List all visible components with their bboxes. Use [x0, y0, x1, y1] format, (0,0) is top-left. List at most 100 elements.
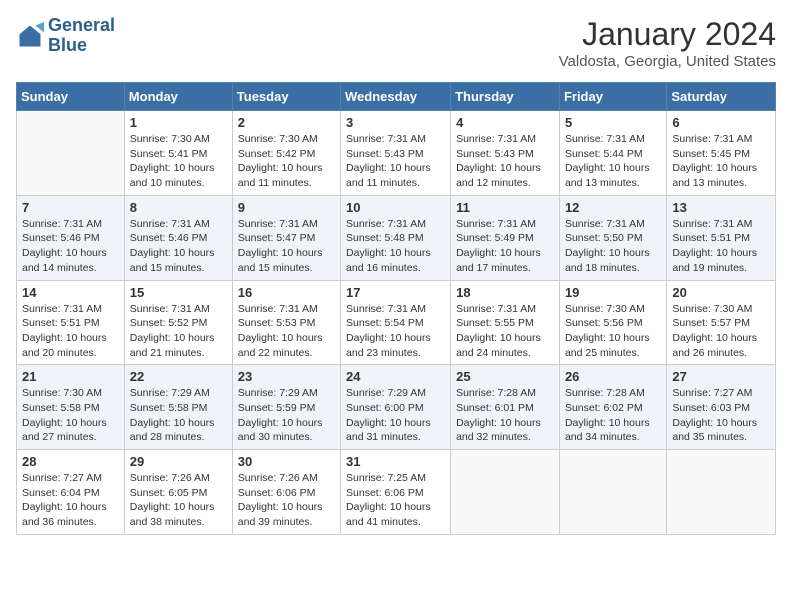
- day-number: 30: [238, 454, 335, 469]
- calendar-day-cell: 26 Sunrise: 7:28 AM Sunset: 6:02 PM Dayli…: [559, 365, 666, 450]
- day-info: Sunrise: 7:28 AM Sunset: 6:01 PM Dayligh…: [456, 386, 554, 445]
- day-info: Sunrise: 7:31 AM Sunset: 5:48 PM Dayligh…: [346, 217, 445, 276]
- month-title: January 2024: [559, 16, 776, 53]
- weekday-header: Tuesday: [232, 83, 340, 111]
- day-number: 14: [22, 285, 119, 300]
- calendar-day-cell: 6 Sunrise: 7:31 AM Sunset: 5:45 PM Daylig…: [667, 111, 776, 196]
- day-info: Sunrise: 7:31 AM Sunset: 5:52 PM Dayligh…: [130, 302, 227, 361]
- day-info: Sunrise: 7:30 AM Sunset: 5:42 PM Dayligh…: [238, 132, 335, 191]
- calendar-day-cell: 31 Sunrise: 7:25 AM Sunset: 6:06 PM Dayli…: [341, 450, 451, 535]
- day-number: 5: [565, 115, 661, 130]
- day-number: 26: [565, 369, 661, 384]
- day-number: 8: [130, 200, 227, 215]
- day-info: Sunrise: 7:30 AM Sunset: 5:57 PM Dayligh…: [672, 302, 770, 361]
- calendar-day-cell: 24Sunrise: 7:29 AM Sunset: 6:00 PM Dayli…: [341, 365, 451, 450]
- day-info: Sunrise: 7:30 AM Sunset: 5:56 PM Dayligh…: [565, 302, 661, 361]
- calendar-week-row: 28Sunrise: 7:27 AM Sunset: 6:04 PM Dayli…: [17, 450, 776, 535]
- day-info: Sunrise: 7:31 AM Sunset: 5:46 PM Dayligh…: [22, 217, 119, 276]
- calendar-table: SundayMondayTuesdayWednesdayThursdayFrid…: [16, 82, 776, 535]
- location: Valdosta, Georgia, United States: [559, 53, 776, 70]
- day-info: Sunrise: 7:31 AM Sunset: 5:51 PM Dayligh…: [22, 302, 119, 361]
- calendar-header-row: SundayMondayTuesdayWednesdayThursdayFrid…: [17, 83, 776, 111]
- day-info: Sunrise: 7:31 AM Sunset: 5:47 PM Dayligh…: [238, 217, 335, 276]
- day-number: 2: [238, 115, 335, 130]
- day-number: 29: [130, 454, 227, 469]
- day-number: 6: [672, 115, 770, 130]
- day-info: Sunrise: 7:30 AM Sunset: 5:58 PM Dayligh…: [22, 386, 119, 445]
- day-info: Sunrise: 7:29 AM Sunset: 5:58 PM Dayligh…: [130, 386, 227, 445]
- day-number: 7: [22, 200, 119, 215]
- day-info: Sunrise: 7:27 AM Sunset: 6:03 PM Dayligh…: [672, 386, 770, 445]
- calendar-day-cell: 2 Sunrise: 7:30 AM Sunset: 5:42 PM Daylig…: [232, 111, 340, 196]
- calendar-day-cell: 16 Sunrise: 7:31 AM Sunset: 5:53 PM Dayli…: [232, 280, 340, 365]
- day-info: Sunrise: 7:31 AM Sunset: 5:55 PM Dayligh…: [456, 302, 554, 361]
- weekday-header: Thursday: [451, 83, 560, 111]
- day-number: 12: [565, 200, 661, 215]
- day-number: 27: [672, 369, 770, 384]
- calendar-day-cell: 11 Sunrise: 7:31 AM Sunset: 5:49 PM Dayli…: [451, 195, 560, 280]
- calendar-day-cell: 30 Sunrise: 7:26 AM Sunset: 6:06 PM Dayli…: [232, 450, 340, 535]
- calendar-day-cell: 23Sunrise: 7:29 AM Sunset: 5:59 PM Dayli…: [232, 365, 340, 450]
- day-info: Sunrise: 7:27 AM Sunset: 6:04 PM Dayligh…: [22, 471, 119, 530]
- calendar-day-cell: [451, 450, 560, 535]
- day-number: 21: [22, 369, 119, 384]
- weekday-header: Friday: [559, 83, 666, 111]
- weekday-header: Monday: [124, 83, 232, 111]
- calendar-day-cell: 18 Sunrise: 7:31 AM Sunset: 5:55 PM Dayli…: [451, 280, 560, 365]
- calendar-day-cell: 21 Sunrise: 7:30 AM Sunset: 5:58 PM Dayli…: [17, 365, 125, 450]
- day-info: Sunrise: 7:31 AM Sunset: 5:54 PM Dayligh…: [346, 302, 445, 361]
- calendar-day-cell: 17Sunrise: 7:31 AM Sunset: 5:54 PM Dayli…: [341, 280, 451, 365]
- day-number: 18: [456, 285, 554, 300]
- calendar-day-cell: 25Sunrise: 7:28 AM Sunset: 6:01 PM Dayli…: [451, 365, 560, 450]
- day-info: Sunrise: 7:28 AM Sunset: 6:02 PM Dayligh…: [565, 386, 661, 445]
- day-info: Sunrise: 7:31 AM Sunset: 5:44 PM Dayligh…: [565, 132, 661, 191]
- weekday-header: Sunday: [17, 83, 125, 111]
- calendar-day-cell: [17, 111, 125, 196]
- calendar-day-cell: 14 Sunrise: 7:31 AM Sunset: 5:51 PM Dayli…: [17, 280, 125, 365]
- day-number: 16: [238, 285, 335, 300]
- day-info: Sunrise: 7:31 AM Sunset: 5:49 PM Dayligh…: [456, 217, 554, 276]
- calendar-day-cell: 19 Sunrise: 7:30 AM Sunset: 5:56 PM Dayli…: [559, 280, 666, 365]
- weekday-header: Saturday: [667, 83, 776, 111]
- day-number: 15: [130, 285, 227, 300]
- calendar-day-cell: 29 Sunrise: 7:26 AM Sunset: 6:05 PM Dayli…: [124, 450, 232, 535]
- day-info: Sunrise: 7:31 AM Sunset: 5:51 PM Dayligh…: [672, 217, 770, 276]
- day-info: Sunrise: 7:31 AM Sunset: 5:43 PM Dayligh…: [346, 132, 445, 191]
- day-number: 22: [130, 369, 227, 384]
- day-info: Sunrise: 7:31 AM Sunset: 5:50 PM Dayligh…: [565, 217, 661, 276]
- day-number: 31: [346, 454, 445, 469]
- day-info: Sunrise: 7:25 AM Sunset: 6:06 PM Dayligh…: [346, 471, 445, 530]
- day-number: 23: [238, 369, 335, 384]
- day-info: Sunrise: 7:26 AM Sunset: 6:06 PM Dayligh…: [238, 471, 335, 530]
- page-header: General Blue January 2024 Valdosta, Geor…: [16, 16, 776, 70]
- calendar-week-row: 7 Sunrise: 7:31 AM Sunset: 5:46 PM Daylig…: [17, 195, 776, 280]
- day-number: 11: [456, 200, 554, 215]
- logo: General Blue: [16, 16, 115, 56]
- day-info: Sunrise: 7:31 AM Sunset: 5:46 PM Dayligh…: [130, 217, 227, 276]
- calendar-day-cell: 13 Sunrise: 7:31 AM Sunset: 5:51 PM Dayli…: [667, 195, 776, 280]
- calendar-day-cell: 27 Sunrise: 7:27 AM Sunset: 6:03 PM Dayli…: [667, 365, 776, 450]
- day-info: Sunrise: 7:26 AM Sunset: 6:05 PM Dayligh…: [130, 471, 227, 530]
- day-info: Sunrise: 7:30 AM Sunset: 5:41 PM Dayligh…: [130, 132, 227, 191]
- weekday-header: Wednesday: [341, 83, 451, 111]
- day-info: Sunrise: 7:31 AM Sunset: 5:45 PM Dayligh…: [672, 132, 770, 191]
- calendar-day-cell: 12 Sunrise: 7:31 AM Sunset: 5:50 PM Dayli…: [559, 195, 666, 280]
- day-number: 3: [346, 115, 445, 130]
- title-block: January 2024 Valdosta, Georgia, United S…: [559, 16, 776, 70]
- calendar-day-cell: [667, 450, 776, 535]
- day-number: 13: [672, 200, 770, 215]
- calendar-day-cell: 1Sunrise: 7:30 AM Sunset: 5:41 PM Daylig…: [124, 111, 232, 196]
- day-info: Sunrise: 7:31 AM Sunset: 5:43 PM Dayligh…: [456, 132, 554, 191]
- calendar-day-cell: 8 Sunrise: 7:31 AM Sunset: 5:46 PM Daylig…: [124, 195, 232, 280]
- day-info: Sunrise: 7:31 AM Sunset: 5:53 PM Dayligh…: [238, 302, 335, 361]
- calendar-day-cell: 15 Sunrise: 7:31 AM Sunset: 5:52 PM Dayli…: [124, 280, 232, 365]
- logo-text: General Blue: [48, 16, 115, 56]
- calendar-week-row: 1Sunrise: 7:30 AM Sunset: 5:41 PM Daylig…: [17, 111, 776, 196]
- day-number: 10: [346, 200, 445, 215]
- day-number: 19: [565, 285, 661, 300]
- day-number: 24: [346, 369, 445, 384]
- calendar-day-cell: [559, 450, 666, 535]
- calendar-day-cell: 28Sunrise: 7:27 AM Sunset: 6:04 PM Dayli…: [17, 450, 125, 535]
- calendar-day-cell: 20Sunrise: 7:30 AM Sunset: 5:57 PM Dayli…: [667, 280, 776, 365]
- calendar-week-row: 14 Sunrise: 7:31 AM Sunset: 5:51 PM Dayli…: [17, 280, 776, 365]
